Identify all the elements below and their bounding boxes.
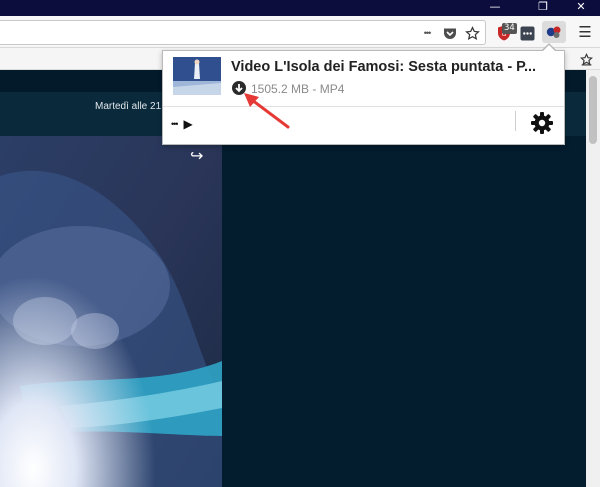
popup-pointer-inner bbox=[542, 45, 556, 52]
more-actions-button[interactable]: ••• ▶ bbox=[171, 113, 205, 135]
annotation-arrow bbox=[244, 93, 290, 129]
video-frame-image bbox=[0, 136, 222, 487]
meta-separator: - bbox=[309, 82, 320, 96]
gear-icon bbox=[531, 112, 553, 134]
play-arrow-icon: ▶ bbox=[183, 117, 193, 131]
side-panel bbox=[222, 136, 586, 487]
navigation-toolbar: ••• u 34 ☰ bbox=[0, 16, 600, 48]
pocket-button[interactable] bbox=[440, 24, 460, 42]
page-actions-button[interactable]: ••• bbox=[416, 24, 438, 42]
restore-button[interactable]: ❐ bbox=[528, 0, 558, 16]
footer-divider bbox=[515, 111, 516, 131]
minimize-icon: — bbox=[489, 0, 501, 13]
thumbnail-image bbox=[173, 57, 221, 95]
schedule-text: Martedì alle 21 bbox=[95, 101, 162, 112]
video-downloader-icon bbox=[546, 26, 561, 38]
video-downloader-button[interactable] bbox=[542, 21, 566, 43]
bookmarks-star-icon bbox=[579, 52, 593, 66]
pocket-icon bbox=[444, 28, 456, 39]
bookmark-star-button[interactable] bbox=[462, 24, 482, 42]
video-title[interactable]: Video L'Isola dei Famosi: Sesta puntata … bbox=[231, 59, 559, 75]
main-menu-button[interactable]: ☰ bbox=[576, 23, 594, 41]
popup-divider bbox=[163, 106, 564, 107]
close-icon: ✕ bbox=[576, 0, 586, 13]
url-bar[interactable]: ••• bbox=[0, 20, 486, 45]
share-button[interactable]: ↪ bbox=[190, 146, 203, 165]
share-icon: ↪ bbox=[190, 146, 204, 165]
video-downloader-popup: Video L'Isola dei Famosi: Sesta puntata … bbox=[162, 50, 565, 145]
bookmarks-menu-button[interactable] bbox=[578, 50, 594, 68]
restore-icon: ❐ bbox=[538, 0, 548, 13]
settings-button[interactable] bbox=[529, 110, 555, 136]
more-icon: ••• bbox=[171, 119, 179, 129]
extension-icon bbox=[520, 26, 534, 40]
page-scrollbar[interactable] bbox=[586, 70, 600, 487]
close-window-button[interactable]: ✕ bbox=[566, 0, 596, 16]
window-titlebar: — ❐ ✕ bbox=[0, 0, 600, 16]
page-actions-icon: ••• bbox=[423, 28, 432, 38]
file-format: MP4 bbox=[319, 82, 345, 96]
video-player[interactable]: ↪ bbox=[0, 136, 222, 487]
ublock-blocked-count-badge: 34 bbox=[502, 23, 517, 34]
extension-button[interactable] bbox=[518, 24, 536, 42]
minimize-button[interactable]: — bbox=[480, 0, 510, 16]
scrollbar-thumb[interactable] bbox=[589, 76, 597, 144]
video-thumbnail[interactable] bbox=[173, 57, 221, 95]
hamburger-menu-icon: ☰ bbox=[578, 24, 592, 41]
bookmark-star-icon bbox=[464, 25, 480, 40]
